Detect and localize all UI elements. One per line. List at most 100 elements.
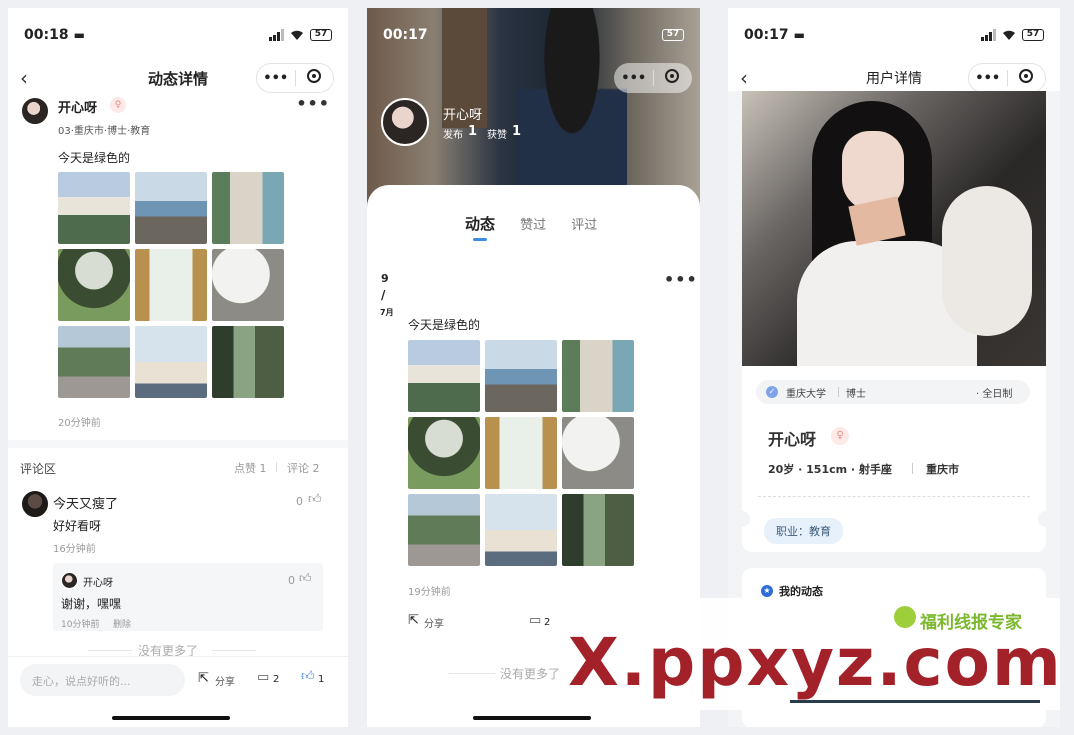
thumb-up-icon[interactable]: 👍︎ [299,571,312,586]
more-options-icon[interactable]: ••• [664,270,698,289]
close-icon[interactable] [296,69,334,87]
reply-like-count: 0 [288,574,295,587]
profile-name: 开心呀 [443,108,483,123]
study-mode: · 全日制 [976,389,1013,400]
battery-icon: 57 [310,29,332,41]
photo-dog [942,186,1032,336]
education-bar: ✓ 重庆大学 博士 · 全日制 [756,380,1030,404]
gender-icon: ♀ [110,97,126,113]
status-bar: 00:17 57 [383,26,684,44]
reply-box: 开心呀 0 👍︎ 谢谢，嘿嘿 10分钟前 删除 [53,563,323,631]
reply-time: 10分钟前 [61,620,100,630]
profile-avatar[interactable] [381,98,429,146]
watermark-underline [790,700,1040,703]
more-options-icon[interactable]: ••• [296,94,330,113]
likes-label[interactable]: 点赞 1 [234,460,267,476]
signal-icon [981,29,996,41]
close-icon[interactable] [1008,69,1046,87]
divider [912,463,913,474]
status-time: 00:17 [744,27,789,43]
post-image[interactable] [212,172,284,244]
comment-icon[interactable]: ▭ [529,613,541,628]
post-image[interactable] [135,249,207,321]
post-image[interactable] [408,494,480,566]
post-image[interactable] [58,326,130,398]
post-image[interactable] [408,340,480,412]
tab-liked[interactable]: 赞过 [520,218,546,233]
comment-input[interactable]: 走心，说点好听的... [20,664,185,696]
post-image[interactable] [562,417,634,489]
car-icon: ▬ [73,28,85,42]
thumb-up-icon[interactable]: 👍︎ [308,492,322,507]
tab-commented[interactable]: 评过 [571,218,597,233]
mini-program-capsule: ••• [256,63,334,93]
like-count: 1 [318,674,325,685]
reply-text: 谢谢，嘿嘿 [61,597,122,611]
status-bar: 00:18 ▬ 57 [24,26,332,44]
comment-count: 2 [544,617,551,628]
my-posts-title[interactable]: 我的动态 [779,583,823,599]
date-month: 7月 [380,308,394,317]
post-image-grid [58,172,284,398]
user-name[interactable]: 开心呀 [58,97,97,116]
battery-icon: 57 [1022,29,1044,41]
user-name: 开心呀 [768,430,817,449]
back-icon[interactable]: ‹ [20,66,28,90]
date-slash: / [381,288,386,302]
reply-name[interactable]: 开心呀 [83,574,113,589]
like-icon[interactable]: 👍︎ [301,669,315,684]
home-indicator [473,716,591,720]
post-image[interactable] [135,172,207,244]
status-time: 00:18 [24,27,69,43]
user-city: 重庆市 [926,463,959,476]
comment-count: 2 [273,674,280,685]
dashed-divider [758,496,1030,497]
share-label[interactable]: 分享 [424,615,444,630]
home-indicator [112,716,230,720]
post-image[interactable] [212,249,284,321]
delete-link[interactable]: 删除 [113,617,131,630]
posts-count: 1 [468,124,478,139]
post-image-grid [408,340,634,566]
back-icon[interactable]: ‹ [740,66,748,90]
commenter-avatar[interactable] [20,489,50,519]
share-icon[interactable]: ⇱ [198,671,209,686]
commenter-name[interactable]: 今天又瘦了 [53,493,118,512]
post-text: 今天是绿色的 [408,318,481,332]
more-icon[interactable]: ••• [969,71,1007,86]
comment-time: 16分钟前 [53,544,96,555]
post-image[interactable] [562,494,634,566]
post-image[interactable] [485,340,557,412]
job-tag: 职业：教育 [764,518,843,544]
post-image[interactable] [485,494,557,566]
comments-header: 评论区 [20,462,57,476]
close-icon[interactable] [654,69,692,87]
post-image[interactable] [58,249,130,321]
reply-avatar[interactable] [61,572,78,589]
line-right [212,650,256,651]
star-badge-icon: ★ [761,585,773,597]
signal-icon [269,29,284,41]
post-image[interactable] [408,417,480,489]
post-image[interactable] [212,326,284,398]
post-detail-screen: 00:18 ▬ 57 ‹ 动态详情 ••• 开心呀 ♀ ••• 03·重庆市·博… [8,8,348,727]
more-icon[interactable]: ••• [615,71,653,86]
tab-posts[interactable]: 动态 [465,215,495,233]
watermark-overlay: 福利线报专家 X.ppxyz.com [560,598,1063,710]
more-icon[interactable]: ••• [257,71,295,86]
degree: 博士 [846,389,866,400]
watermark-domain: X.ppxyz.com [568,624,1063,701]
avatar[interactable] [20,96,50,126]
comment-icon[interactable]: ▭ [257,670,269,685]
gender-icon: ♀ [831,427,849,445]
share-label[interactable]: 分享 [215,673,235,688]
post-image[interactable] [58,172,130,244]
post-image[interactable] [135,326,207,398]
comment-text: 好好看呀 [53,519,102,533]
post-image[interactable] [485,417,557,489]
user-photo[interactable] [742,91,1046,366]
comments-label[interactable]: 评论 2 [287,460,320,476]
share-icon[interactable]: ⇱ [408,613,419,628]
line-left [88,650,132,651]
post-image[interactable] [562,340,634,412]
